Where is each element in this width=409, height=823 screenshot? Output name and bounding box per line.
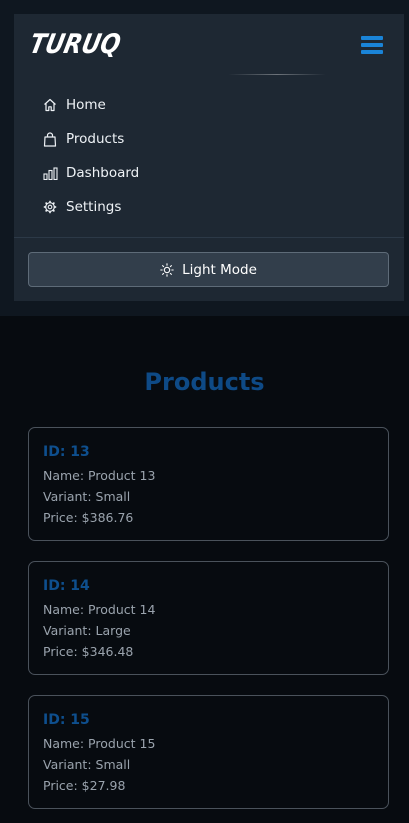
page: TURUQ Home Products Dashboard Settings L… <box>0 0 409 823</box>
nav-item-dashboard[interactable]: Dashboard <box>42 161 139 185</box>
nav-item-label: Home <box>66 97 106 113</box>
product-id: ID: 13 <box>43 444 90 460</box>
nav-item-label: Settings <box>66 199 122 215</box>
product-variant: Variant: Small <box>43 489 131 504</box>
nav-item-label: Dashboard <box>66 165 140 181</box>
product-card: ID: 14 Name: Product 14 Variant: Large P… <box>28 561 389 675</box>
product-name: Name: Product 13 <box>43 468 156 483</box>
product-variant: Variant: Small <box>43 757 131 772</box>
nav-divider <box>14 237 404 238</box>
product-name: Name: Product 15 <box>43 736 156 751</box>
nav-item-settings[interactable]: Settings <box>42 195 121 219</box>
hamburger-bar <box>361 36 383 40</box>
product-price: Price: $27.98 <box>43 778 126 793</box>
light-mode-button[interactable]: Light Mode <box>28 252 389 287</box>
nav-decorative-line <box>228 74 326 75</box>
nav-item-home[interactable]: Home <box>42 93 106 117</box>
gear-icon <box>42 199 58 215</box>
page-title: Products <box>144 368 265 396</box>
bar-chart-icon <box>42 165 58 181</box>
product-price: Price: $386.76 <box>43 510 134 525</box>
nav-item-label: Products <box>66 131 125 147</box>
nav-item-products[interactable]: Products <box>42 127 124 151</box>
product-variant: Variant: Large <box>43 623 131 638</box>
shopping-bag-icon <box>42 131 58 147</box>
product-card: ID: 13 Name: Product 13 Variant: Small P… <box>28 427 389 541</box>
hamburger-bar <box>361 50 383 54</box>
navbar: TURUQ Home Products Dashboard Settings L… <box>0 0 409 316</box>
product-price: Price: $346.48 <box>43 644 134 659</box>
product-id: ID: 15 <box>43 712 90 728</box>
sun-icon <box>160 262 174 277</box>
hamburger-bar <box>361 43 383 47</box>
hamburger-menu-button[interactable] <box>361 34 383 54</box>
logo[interactable]: TURUQ <box>27 29 124 60</box>
nav-panel: TURUQ Home Products Dashboard Settings L… <box>14 14 404 301</box>
product-card: ID: 15 Name: Product 15 Variant: Small P… <box>28 695 389 809</box>
home-icon <box>42 97 58 113</box>
light-mode-label: Light Mode <box>182 261 257 278</box>
product-name: Name: Product 14 <box>43 602 156 617</box>
product-id: ID: 14 <box>43 578 90 594</box>
